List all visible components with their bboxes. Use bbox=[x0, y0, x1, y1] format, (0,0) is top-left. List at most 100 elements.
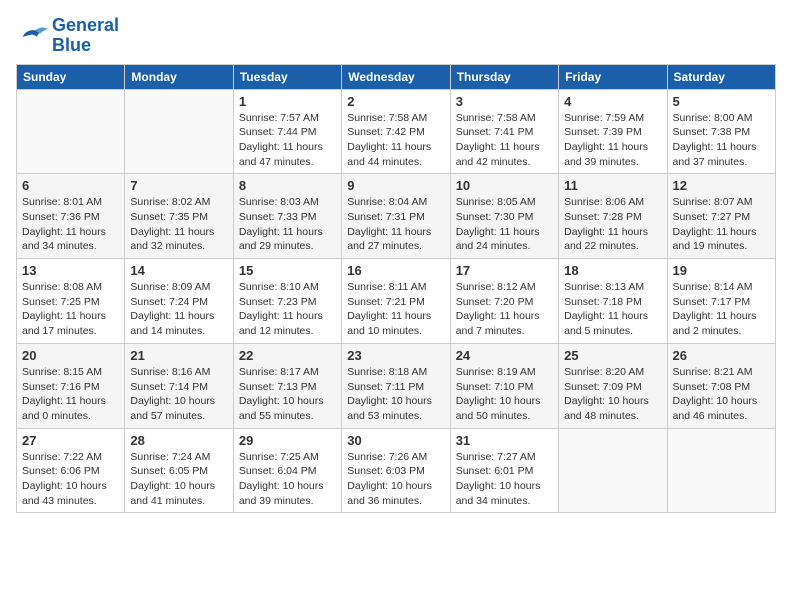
day-number: 12 bbox=[673, 178, 770, 193]
day-number: 13 bbox=[22, 263, 119, 278]
day-info: Sunrise: 8:00 AM Sunset: 7:38 PM Dayligh… bbox=[673, 111, 770, 170]
calendar-table: SundayMondayTuesdayWednesdayThursdayFrid… bbox=[16, 64, 776, 514]
calendar-cell: 8Sunrise: 8:03 AM Sunset: 7:33 PM Daylig… bbox=[233, 174, 341, 259]
calendar-cell: 2 Sunrise: 7:58 AM Sunset: 7:42 PM Daylig… bbox=[342, 89, 450, 174]
calendar-cell: 14 Sunrise: 8:09 AM Sunset: 7:24 PM Dayli… bbox=[125, 259, 233, 344]
day-info: Sunrise: 8:02 AM Sunset: 7:35 PM Dayligh… bbox=[130, 195, 227, 254]
day-info: Sunrise: 8:21 AM Sunset: 7:08 PM Dayligh… bbox=[673, 365, 770, 424]
day-info: Sunrise: 8:03 AM Sunset: 7:33 PM Dayligh… bbox=[239, 195, 336, 254]
calendar-cell: 24 Sunrise: 8:19 AM Sunset: 7:10 PM Dayli… bbox=[450, 343, 558, 428]
day-number: 17 bbox=[456, 263, 553, 278]
calendar-cell bbox=[125, 89, 233, 174]
day-header-monday: Monday bbox=[125, 64, 233, 89]
calendar-cell: 10 Sunrise: 8:05 AM Sunset: 7:30 PM Dayli… bbox=[450, 174, 558, 259]
day-number: 26 bbox=[673, 348, 770, 363]
day-number: 9 bbox=[347, 178, 444, 193]
calendar-cell: 9 Sunrise: 8:04 AM Sunset: 7:31 PM Daylig… bbox=[342, 174, 450, 259]
calendar-cell: 4 Sunrise: 7:59 AM Sunset: 7:39 PM Daylig… bbox=[559, 89, 667, 174]
day-info: Sunrise: 8:10 AM Sunset: 7:23 PM Dayligh… bbox=[239, 280, 336, 339]
day-info: Sunrise: 8:04 AM Sunset: 7:31 PM Dayligh… bbox=[347, 195, 444, 254]
day-info: Sunrise: 8:16 AM Sunset: 7:14 PM Dayligh… bbox=[130, 365, 227, 424]
day-number: 21 bbox=[130, 348, 227, 363]
day-number: 2 bbox=[347, 94, 444, 109]
day-number: 1 bbox=[239, 94, 336, 109]
calendar-cell: 3Sunrise: 7:58 AM Sunset: 7:41 PM Daylig… bbox=[450, 89, 558, 174]
logo-text: General Blue bbox=[52, 16, 119, 56]
day-info: Sunrise: 7:27 AM Sunset: 6:01 PM Dayligh… bbox=[456, 450, 553, 509]
calendar-cell: 22Sunrise: 8:17 AM Sunset: 7:13 PM Dayli… bbox=[233, 343, 341, 428]
day-info: Sunrise: 7:58 AM Sunset: 7:41 PM Dayligh… bbox=[456, 111, 553, 170]
day-header-saturday: Saturday bbox=[667, 64, 775, 89]
day-number: 14 bbox=[130, 263, 227, 278]
day-header-thursday: Thursday bbox=[450, 64, 558, 89]
day-header-tuesday: Tuesday bbox=[233, 64, 341, 89]
day-number: 28 bbox=[130, 433, 227, 448]
day-number: 10 bbox=[456, 178, 553, 193]
calendar-cell: 19Sunrise: 8:14 AM Sunset: 7:17 PM Dayli… bbox=[667, 259, 775, 344]
calendar-week-5: 27 Sunrise: 7:22 AM Sunset: 6:06 PM Dayli… bbox=[17, 428, 776, 513]
day-number: 20 bbox=[22, 348, 119, 363]
calendar-cell: 15 Sunrise: 8:10 AM Sunset: 7:23 PM Dayli… bbox=[233, 259, 341, 344]
day-info: Sunrise: 8:20 AM Sunset: 7:09 PM Dayligh… bbox=[564, 365, 661, 424]
day-info: Sunrise: 7:59 AM Sunset: 7:39 PM Dayligh… bbox=[564, 111, 661, 170]
calendar-cell: 23Sunrise: 8:18 AM Sunset: 7:11 PM Dayli… bbox=[342, 343, 450, 428]
calendar-cell: 27 Sunrise: 7:22 AM Sunset: 6:06 PM Dayli… bbox=[17, 428, 125, 513]
calendar-cell bbox=[559, 428, 667, 513]
day-number: 11 bbox=[564, 178, 661, 193]
calendar-cell: 31 Sunrise: 7:27 AM Sunset: 6:01 PM Dayli… bbox=[450, 428, 558, 513]
day-info: Sunrise: 8:14 AM Sunset: 7:17 PM Dayligh… bbox=[673, 280, 770, 339]
day-info: Sunrise: 8:19 AM Sunset: 7:10 PM Dayligh… bbox=[456, 365, 553, 424]
day-number: 25 bbox=[564, 348, 661, 363]
day-info: Sunrise: 8:11 AM Sunset: 7:21 PM Dayligh… bbox=[347, 280, 444, 339]
calendar-cell: 18Sunrise: 8:13 AM Sunset: 7:18 PM Dayli… bbox=[559, 259, 667, 344]
calendar-week-4: 20Sunrise: 8:15 AM Sunset: 7:16 PM Dayli… bbox=[17, 343, 776, 428]
day-info: Sunrise: 8:12 AM Sunset: 7:20 PM Dayligh… bbox=[456, 280, 553, 339]
day-number: 6 bbox=[22, 178, 119, 193]
day-info: Sunrise: 8:09 AM Sunset: 7:24 PM Dayligh… bbox=[130, 280, 227, 339]
calendar-header-row: SundayMondayTuesdayWednesdayThursdayFrid… bbox=[17, 64, 776, 89]
calendar-cell: 29Sunrise: 7:25 AM Sunset: 6:04 PM Dayli… bbox=[233, 428, 341, 513]
calendar-cell: 21 Sunrise: 8:16 AM Sunset: 7:14 PM Dayli… bbox=[125, 343, 233, 428]
day-number: 18 bbox=[564, 263, 661, 278]
logo-bird-icon bbox=[16, 22, 48, 50]
calendar-cell: 11 Sunrise: 8:06 AM Sunset: 7:28 PM Dayli… bbox=[559, 174, 667, 259]
day-info: Sunrise: 8:01 AM Sunset: 7:36 PM Dayligh… bbox=[22, 195, 119, 254]
calendar-cell: 5 Sunrise: 8:00 AM Sunset: 7:38 PM Daylig… bbox=[667, 89, 775, 174]
day-header-wednesday: Wednesday bbox=[342, 64, 450, 89]
day-info: Sunrise: 8:17 AM Sunset: 7:13 PM Dayligh… bbox=[239, 365, 336, 424]
calendar-cell: 17 Sunrise: 8:12 AM Sunset: 7:20 PM Dayli… bbox=[450, 259, 558, 344]
calendar-cell: 25 Sunrise: 8:20 AM Sunset: 7:09 PM Dayli… bbox=[559, 343, 667, 428]
day-number: 24 bbox=[456, 348, 553, 363]
day-info: Sunrise: 8:05 AM Sunset: 7:30 PM Dayligh… bbox=[456, 195, 553, 254]
calendar-cell: 12 Sunrise: 8:07 AM Sunset: 7:27 PM Dayli… bbox=[667, 174, 775, 259]
day-info: Sunrise: 7:22 AM Sunset: 6:06 PM Dayligh… bbox=[22, 450, 119, 509]
day-info: Sunrise: 8:07 AM Sunset: 7:27 PM Dayligh… bbox=[673, 195, 770, 254]
calendar-cell: 1 Sunrise: 7:57 AM Sunset: 7:44 PM Daylig… bbox=[233, 89, 341, 174]
day-number: 30 bbox=[347, 433, 444, 448]
day-info: Sunrise: 8:06 AM Sunset: 7:28 PM Dayligh… bbox=[564, 195, 661, 254]
day-info: Sunrise: 8:18 AM Sunset: 7:11 PM Dayligh… bbox=[347, 365, 444, 424]
day-number: 7 bbox=[130, 178, 227, 193]
day-number: 5 bbox=[673, 94, 770, 109]
calendar-cell: 20Sunrise: 8:15 AM Sunset: 7:16 PM Dayli… bbox=[17, 343, 125, 428]
day-number: 29 bbox=[239, 433, 336, 448]
day-number: 4 bbox=[564, 94, 661, 109]
calendar-cell: 6 Sunrise: 8:01 AM Sunset: 7:36 PM Daylig… bbox=[17, 174, 125, 259]
day-info: Sunrise: 7:57 AM Sunset: 7:44 PM Dayligh… bbox=[239, 111, 336, 170]
day-header-friday: Friday bbox=[559, 64, 667, 89]
day-info: Sunrise: 7:58 AM Sunset: 7:42 PM Dayligh… bbox=[347, 111, 444, 170]
day-number: 31 bbox=[456, 433, 553, 448]
calendar-cell bbox=[667, 428, 775, 513]
day-number: 27 bbox=[22, 433, 119, 448]
calendar-cell: 7 Sunrise: 8:02 AM Sunset: 7:35 PM Daylig… bbox=[125, 174, 233, 259]
day-header-sunday: Sunday bbox=[17, 64, 125, 89]
calendar-week-3: 13Sunrise: 8:08 AM Sunset: 7:25 PM Dayli… bbox=[17, 259, 776, 344]
calendar-cell: 16Sunrise: 8:11 AM Sunset: 7:21 PM Dayli… bbox=[342, 259, 450, 344]
calendar-cell: 28 Sunrise: 7:24 AM Sunset: 6:05 PM Dayli… bbox=[125, 428, 233, 513]
day-number: 15 bbox=[239, 263, 336, 278]
page-header: General Blue bbox=[16, 16, 776, 56]
calendar-cell: 30 Sunrise: 7:26 AM Sunset: 6:03 PM Dayli… bbox=[342, 428, 450, 513]
day-info: Sunrise: 7:24 AM Sunset: 6:05 PM Dayligh… bbox=[130, 450, 227, 509]
logo: General Blue bbox=[16, 16, 119, 56]
day-info: Sunrise: 7:26 AM Sunset: 6:03 PM Dayligh… bbox=[347, 450, 444, 509]
